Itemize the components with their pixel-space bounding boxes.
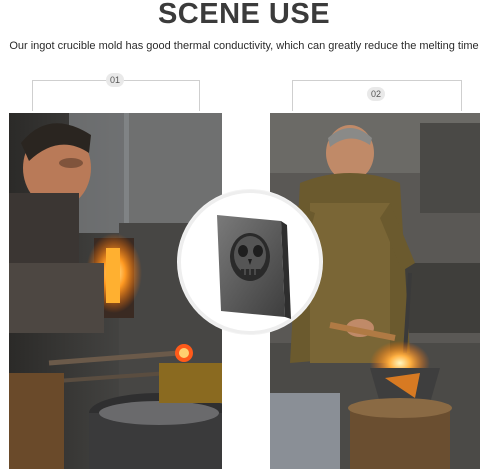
page-subtitle: Our ingot crucible mold has good thermal…	[9, 40, 479, 52]
label-02: 02	[367, 87, 385, 101]
page-title: SCENE USE	[157, 0, 331, 30]
label-01: 01	[106, 73, 124, 87]
product-circle	[178, 190, 322, 334]
skull-mold-icon	[217, 215, 291, 319]
